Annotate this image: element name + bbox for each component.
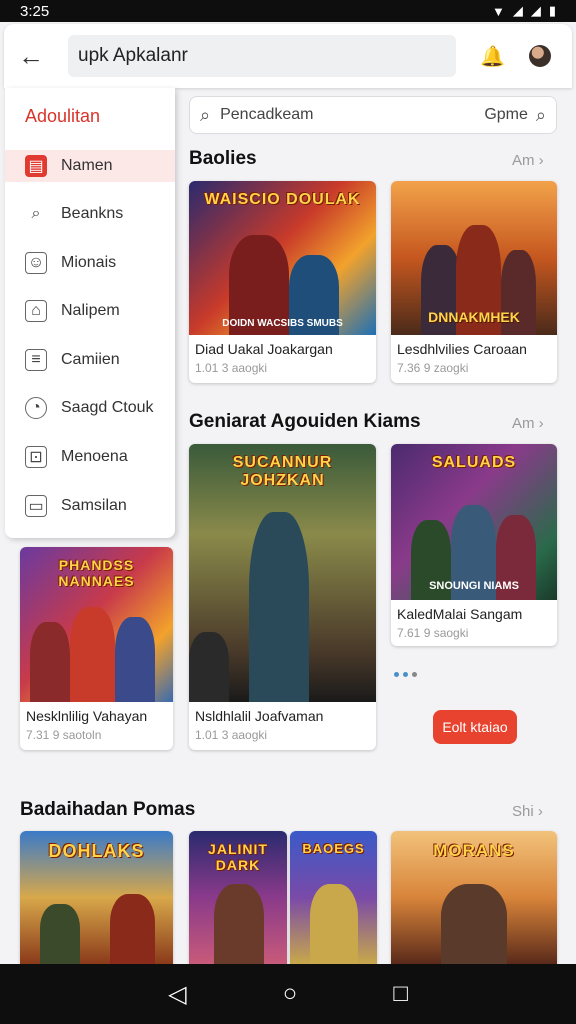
app-bar: ← upk Apkalanr 🔔 <box>4 24 572 88</box>
sidebar-item-label: Namen <box>61 157 113 174</box>
see-more-link[interactable]: Am › <box>512 152 544 169</box>
game-card[interactable]: WAISCIO DOULAK DOIDN WACSIBS SMUBS Diad … <box>189 181 376 383</box>
game-art: DOHLAKS <box>20 831 173 964</box>
game-subtitle: 7.31 9 saotoln <box>26 728 102 742</box>
sidebar-item-label: Samsilan <box>61 497 127 514</box>
game-subtitle: 1.01 3 aaogki <box>195 728 268 742</box>
search-icon: ⌕ <box>200 104 211 125</box>
sidebar-item-mionais[interactable]: ☺ Mionais <box>5 247 175 279</box>
game-card[interactable]: PHANDSS NANNAES Nesklnlilig Vahayan 7.31… <box>20 547 173 750</box>
sidebar-item-camiien[interactable]: ≡ Camiien <box>5 344 175 376</box>
bell-icon[interactable]: 🔔 <box>480 44 505 69</box>
sidebar-item-label: Nalipem <box>61 302 120 319</box>
section-title: Badaihadan Pomas <box>20 799 196 820</box>
game-title: Nsldhlalil Joafvaman <box>195 708 324 724</box>
sidebar-title: Adoulitan <box>25 106 101 126</box>
status-icons: ▼ ◢ ◢ ▮ <box>492 3 556 19</box>
system-nav-bar: ◁ ○ □ <box>0 964 576 1024</box>
sidebar-item-label: Saagd Ctouk <box>61 399 154 416</box>
sidebar-item-namen[interactable]: ▤ Namen <box>5 150 175 182</box>
game-card[interactable]: SALUADS SNOUNGI NIAMS KaledMalai Sangam … <box>391 444 557 646</box>
search-input[interactable]: ⌕ Pencadkeam Gpme ⌕ <box>189 96 557 134</box>
game-card[interactable]: DOHLAKS <box>20 831 173 964</box>
search-placeholder: Pencadkeam <box>220 106 314 123</box>
carousel-dots[interactable] <box>394 672 417 677</box>
game-art: BAOEGS <box>290 831 377 964</box>
cta-button[interactable]: Eolt ktaiao <box>433 710 517 744</box>
sidebar-item-label: Menoena <box>61 448 128 465</box>
game-title: Diad Uakal Joakargan <box>195 341 333 357</box>
signal-icon: ◢ <box>512 3 523 18</box>
game-art: MORANS <box>391 831 557 964</box>
sidebar-item-nalipem[interactable]: ⌂ Nalipem <box>5 295 175 327</box>
list-icon: ≡ <box>25 349 47 371</box>
sidebar-item-samsilan[interactable]: ▭ Samsilan <box>5 490 175 522</box>
sidebar-item-label: Beankns <box>61 205 124 222</box>
wifi-icon: ▼ <box>491 3 505 19</box>
house-icon: ⌂ <box>25 300 47 322</box>
game-card[interactable]: JALINIT DARK <box>189 831 287 964</box>
game-card[interactable]: BAOEGS <box>290 831 377 964</box>
sidebar-item-label: Mionais <box>61 254 117 271</box>
recents-nav-icon[interactable]: □ <box>393 980 408 1008</box>
sidebar-item-label: Camiien <box>61 351 120 368</box>
game-title: Nesklnlilig Vahayan <box>26 708 148 724</box>
gamepad-icon: ⊡ <box>25 446 47 468</box>
book-icon: ▤ <box>25 155 47 177</box>
back-arrow-icon[interactable]: ← <box>18 41 54 72</box>
game-art: PHANDSS NANNAES <box>20 547 173 702</box>
sidebar-item-saagd-ctouk[interactable]: ◔ Saagd Ctouk <box>5 392 175 424</box>
sidebar-item-beankns[interactable]: ⌕ Beankns <box>5 198 175 230</box>
game-subtitle: 7.61 9 saogki <box>397 626 469 640</box>
game-art: DNNAKMHEK <box>391 181 557 335</box>
game-subtitle: 7.36 9 zaogki <box>397 361 469 375</box>
sidebar-item-menoena[interactable]: ⊡ Menoena <box>5 441 175 473</box>
section-title: Geniarat Agouiden Kiams <box>189 411 421 432</box>
game-subtitle: 1.01 3 aaogki <box>195 361 268 375</box>
home-nav-icon[interactable]: ○ <box>283 980 298 1008</box>
game-art: JALINIT DARK <box>189 831 287 964</box>
game-title: KaledMalai Sangam <box>397 606 523 622</box>
clock-icon: ◔ <box>25 397 47 419</box>
screen-icon: ▭ <box>25 495 47 517</box>
status-bar: 3:25 ▼ ◢ ◢ ▮ <box>0 0 576 22</box>
search-icon: ⌕ <box>31 205 41 222</box>
back-nav-icon[interactable]: ◁ <box>168 980 186 1009</box>
game-art: WAISCIO DOULAK DOIDN WACSIBS SMUBS <box>189 181 376 335</box>
person-icon: ☺ <box>25 252 47 274</box>
signal-icon: ◢ <box>530 3 541 18</box>
game-card[interactable]: MORANS <box>391 831 557 964</box>
sidebar: Adoulitan ▤ Namen ⌕ Beankns ☺ Mionais ⌂ … <box>5 88 175 538</box>
game-art: SALUADS SNOUNGI NIAMS <box>391 444 557 600</box>
battery-icon: ▮ <box>548 3 556 18</box>
section-title: Baolies <box>189 148 257 169</box>
search-right-text: Gpme <box>484 106 528 123</box>
game-art: SUCANNUR JOHZKAN <box>189 444 376 702</box>
see-more-link[interactable]: Shi › <box>512 803 543 820</box>
game-card[interactable]: DNNAKMHEK Lesdhlvilies Caroaan 7.36 9 za… <box>391 181 557 383</box>
see-more-link[interactable]: Am › <box>512 415 544 432</box>
game-card[interactable]: SUCANNUR JOHZKAN Nsldhlalil Joafvaman 1.… <box>189 444 376 750</box>
search-icon[interactable]: ⌕ <box>536 105 546 126</box>
app-title[interactable]: upk Apkalanr <box>68 35 456 77</box>
avatar[interactable] <box>528 45 551 67</box>
game-title: Lesdhlvilies Caroaan <box>397 341 527 357</box>
status-time: 3:25 <box>20 2 50 20</box>
